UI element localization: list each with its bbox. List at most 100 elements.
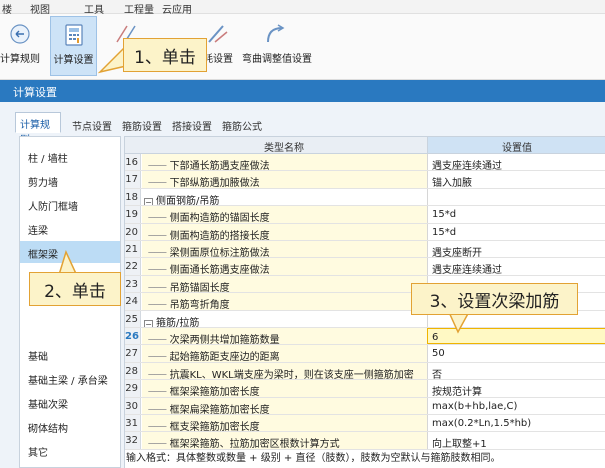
setting-value-cell[interactable]: 15*d — [427, 223, 605, 240]
component-list-item[interactable]: 人防门框墙 — [20, 193, 120, 215]
component-list-item[interactable]: 柱 / 墙柱 — [20, 145, 120, 167]
tree-line-icon: ─── — [142, 335, 170, 345]
tree-line-icon: ─── — [142, 213, 170, 223]
type-name-cell: ─── 梁侧面原位标注筋做法 — [142, 241, 427, 258]
component-list-item[interactable]: 连梁 — [20, 217, 120, 239]
row-name-text: 侧面通长筋遇支座做法 — [169, 265, 270, 275]
collapse-icon[interactable]: − — [144, 197, 153, 206]
row-name-text: 抗震KL、WKL端支座为梁时，则在该支座一侧箍筋加密 — [169, 369, 414, 380]
component-list-item[interactable]: 基础 — [20, 343, 120, 365]
setting-value-cell[interactable]: 遇支座连续通过 — [427, 258, 605, 275]
tab-stirrup-settings[interactable]: 箍筋设置 — [117, 114, 167, 133]
setting-value-cell[interactable]: max(0.2*Ln,1.5*hb) — [427, 415, 605, 432]
table-row[interactable]: 18− 侧面钢筋/吊筋 — [125, 188, 605, 207]
table-row[interactable]: 22 ─── 侧面通长筋遇支座做法 遇支座连续通过 — [125, 258, 605, 276]
table-row[interactable]: 19 ─── 侧面构造筋的锚固长度 15*d — [125, 206, 605, 224]
row-number: 20 — [125, 223, 141, 240]
setting-value-cell[interactable]: 否 — [427, 362, 605, 380]
tree-line-icon: ─── — [142, 387, 170, 397]
tree-line-icon: ─── — [142, 352, 170, 362]
row-name-text: 吊筋锚固长度 — [169, 282, 230, 293]
setting-value-cell[interactable]: 按规范计算 — [427, 380, 605, 397]
component-list-item[interactable]: 基础主梁 / 承台梁 — [20, 367, 120, 389]
tab-lap-settings[interactable]: 搭接设置 — [167, 114, 217, 133]
table-row[interactable]: 31 ─── 框支梁箍筋加密长度 max(0.2*Ln,1.5*hb) — [125, 415, 605, 433]
component-list-item[interactable]: 基础次梁 — [20, 391, 120, 413]
row-number: 17 — [125, 171, 141, 188]
setting-value-cell[interactable]: 锚入加腋 — [427, 171, 605, 188]
component-list-item[interactable]: 剪力墙 — [20, 169, 120, 191]
table-row[interactable]: 27 ─── 起始箍筋距支座边的距离 50 — [125, 345, 605, 363]
type-name-cell: ─── 吊筋弯折角度 — [142, 293, 427, 310]
component-list-item[interactable] — [20, 313, 120, 335]
row-name-text: 侧面钢筋/吊筋 — [156, 195, 220, 206]
table-row[interactable]: 29 ─── 框架梁箍筋加密长度 按规范计算 — [125, 380, 605, 398]
table-row[interactable]: 30 ─── 框架扁梁箍筋加密长度 max(b+hb,lae,C) — [125, 397, 605, 415]
dialog-title-bar: 计算设置 — [0, 80, 605, 102]
tab-node-settings[interactable]: 节点设置 — [67, 114, 117, 133]
setting-value-cell[interactable] — [427, 188, 605, 206]
type-name-cell: ─── 次梁两侧共增加箍筋数量 — [142, 328, 427, 345]
tab-stirrup-formula[interactable]: 箍筋公式 — [217, 114, 267, 133]
collapse-icon[interactable]: − — [144, 319, 153, 327]
setting-value-cell[interactable]: 遇支座连续通过 — [427, 154, 605, 171]
row-name-text: 箍筋/拉筋 — [156, 317, 200, 327]
grid-header: 类型名称 设置值 — [125, 137, 605, 154]
row-number: 18 — [125, 188, 141, 206]
calc-rule-label: 计算规则 — [0, 54, 40, 65]
tree-line-icon: ─── — [142, 265, 170, 275]
setting-value-cell[interactable]: 向上取整+1 — [427, 432, 605, 449]
bend-adjust-icon — [267, 24, 285, 43]
callout-step-2: 2、单击 — [29, 272, 121, 306]
table-row[interactable]: 28 ─── 抗震KL、WKL端支座为梁时，则在该支座一侧箍筋加密否 — [125, 362, 605, 381]
tree-line-icon: ─── — [142, 422, 170, 432]
bend-adjust-button[interactable]: 弯曲调整值设置 — [240, 16, 314, 76]
row-name-text: 框支梁箍筋加密长度 — [169, 422, 260, 432]
setting-value-cell[interactable]: 15*d — [427, 206, 605, 223]
table-row[interactable]: 16 ─── 下部通长筋遇支座做法 遇支座连续通过 — [125, 154, 605, 172]
tab-calc-rule[interactable]: 计算规则 — [15, 112, 61, 146]
setting-value-cell[interactable]: max(b+hb,lae,C) — [427, 397, 605, 414]
setting-value-cell[interactable]: 50 — [427, 345, 605, 362]
type-name-cell: ─── 抗震KL、WKL端支座为梁时，则在该支座一侧箍筋加密 — [142, 362, 427, 380]
tree-line-icon: ─── — [142, 404, 170, 414]
row-number: 21 — [125, 241, 141, 258]
type-name-cell: ─── 框架扁梁箍筋加密长度 — [142, 397, 427, 414]
tree-line-icon: ─── — [142, 282, 170, 293]
type-name-cell: ─── 框架梁箍筋、拉筋加密区根数计算方式 — [142, 432, 427, 449]
menu-bar: 楼 视图 工具 工程量 云应用 — [0, 0, 605, 16]
row-number: 26 — [125, 328, 141, 345]
type-name-cell: ─── 框支梁箍筋加密长度 — [142, 415, 427, 432]
input-format-hint: 输入格式：具体整数或数量 + 级别 + 直径（肢数），肢数为空默认与箍筋肢数相同… — [126, 453, 501, 464]
calc-settings-button[interactable]: 计算设置 — [50, 16, 97, 76]
row-name-text: 吊筋弯折角度 — [169, 300, 230, 310]
tree-line-icon: ─── — [142, 300, 170, 310]
callout-step-1: 1、单击 — [123, 38, 207, 72]
group-name-cell: − 箍筋/拉筋 — [142, 310, 427, 327]
type-name-cell: ─── 下部纵筋遇加腋做法 — [142, 171, 427, 188]
row-number: 31 — [125, 415, 141, 432]
type-name-cell: ─── 吊筋锚固长度 — [142, 275, 427, 293]
row-number: 22 — [125, 258, 141, 275]
row-number: 24 — [125, 293, 141, 310]
type-name-cell: ─── 框架梁箍筋加密长度 — [142, 380, 427, 397]
table-row[interactable]: 32 ─── 框架梁箍筋、拉筋加密区根数计算方式 向上取整+1 — [125, 432, 605, 450]
component-list-item[interactable]: 砌体结构 — [20, 415, 120, 437]
row-number: 16 — [125, 154, 141, 171]
row-name-text: 侧面构造筋的搭接长度 — [169, 230, 270, 240]
group-name-cell: − 侧面钢筋/吊筋 — [142, 188, 427, 206]
row-number: 28 — [125, 362, 141, 380]
rule-icon — [10, 24, 30, 44]
component-list-item[interactable]: 其它 — [20, 439, 120, 461]
table-row[interactable]: 20 ─── 侧面构造筋的搭接长度 15*d — [125, 223, 605, 241]
row-name-text: 框架梁箍筋加密长度 — [169, 387, 260, 397]
loss-settings-icon — [208, 25, 228, 43]
setting-value-cell[interactable]: 遇支座断开 — [427, 241, 605, 258]
calc-rule-button[interactable]: 计算规则 — [0, 16, 40, 76]
table-row[interactable]: 21 ─── 梁侧面原位标注筋做法 遇支座断开 — [125, 241, 605, 259]
row-name-text: 梁侧面原位标注筋做法 — [169, 248, 270, 258]
table-row[interactable]: 26 ─── 次梁两侧共增加箍筋数量 6 — [125, 328, 605, 346]
calc-settings-label: 计算设置 — [53, 55, 94, 66]
calc-settings-icon — [64, 24, 83, 46]
table-row[interactable]: 17 ─── 下部纵筋遇加腋做法 锚入加腋 — [125, 171, 605, 189]
